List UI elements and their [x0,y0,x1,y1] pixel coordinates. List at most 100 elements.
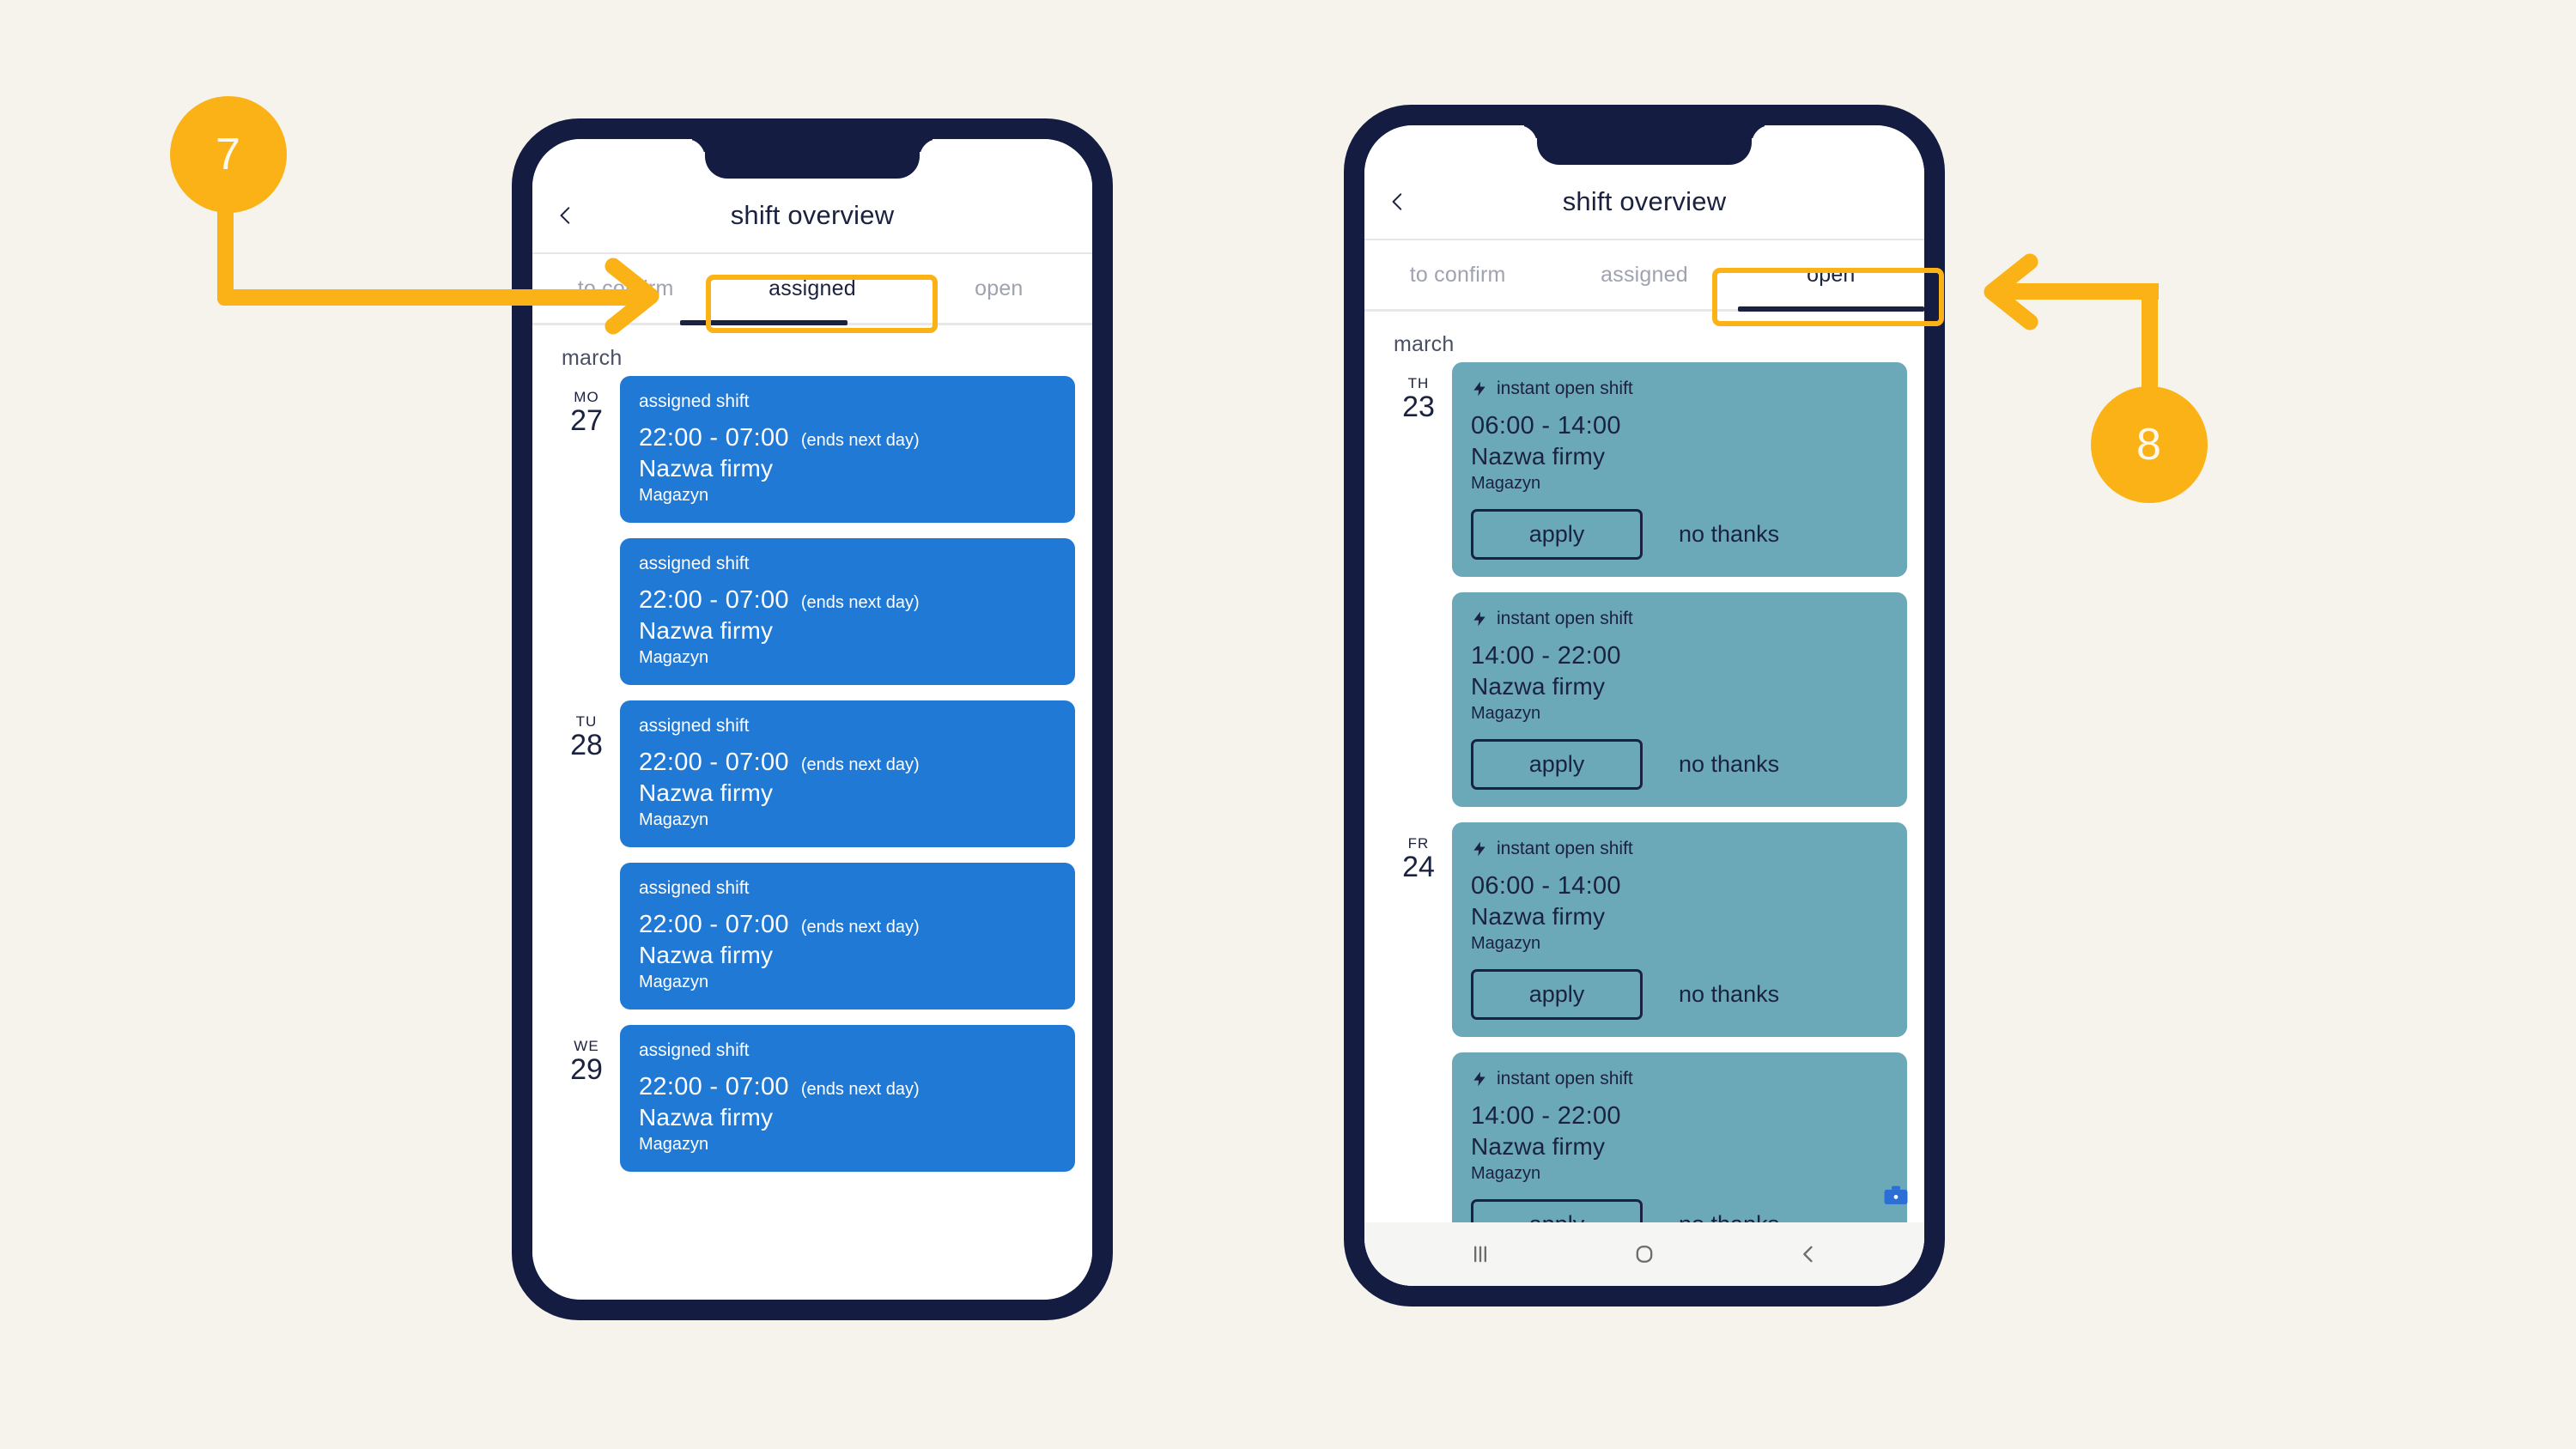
shift-card[interactable]: instant open shift 14:00 - 22:00 Nazwa f… [1452,1052,1907,1222]
card-department: Magazyn [639,810,709,829]
day-cards: assigned shift 22:00 - 07:00 (ends next … [620,376,1075,685]
card-kicker-label: instant open shift [1497,609,1633,628]
card-actions: apply no thanks [1471,969,1888,1020]
shift-card[interactable]: instant open shift 06:00 - 14:00 Nazwa f… [1452,362,1907,577]
chevron-left-icon[interactable] [555,204,577,227]
card-time-row: 22:00 - 07:00 (ends next day) [639,424,1056,452]
card-kicker-label: instant open shift [1497,839,1633,858]
tab-assigned[interactable]: assigned [719,276,905,301]
day-group: FR 24 instant open shift 06:00 - 14:00 N… [1364,822,1924,1222]
day-of-month: 29 [570,1053,603,1086]
arrow-7-head [605,258,659,335]
day-of-month: 27 [570,404,603,437]
no-thanks-button[interactable]: no thanks [1679,1211,1779,1222]
card-kicker-label: instant open shift [1497,1069,1633,1088]
tab-open[interactable]: open [1738,263,1924,288]
card-kicker: assigned shift [639,554,750,573]
day-of-month: 28 [570,729,603,761]
shift-list-right[interactable]: march TH 23 instant open shift 06:00 - 1… [1364,312,1924,1222]
card-company: Nazwa firmy [639,779,774,806]
apply-button[interactable]: apply [1471,969,1643,1020]
card-department: Magazyn [639,1135,709,1154]
day-cards: assigned shift 22:00 - 07:00 (ends next … [620,1025,1075,1172]
shift-card[interactable]: assigned shift 22:00 - 07:00 (ends next … [620,376,1075,523]
card-actions: apply no thanks [1471,1199,1888,1222]
card-department: Magazyn [1471,474,1541,493]
day-marker: TH 23 [1385,362,1452,423]
android-nav-bar [1364,1222,1924,1286]
recents-icon[interactable] [1468,1242,1492,1266]
arrow-8-head [1984,253,2038,330]
shift-card[interactable]: assigned shift 22:00 - 07:00 (ends next … [620,1025,1075,1172]
card-time: 14:00 - 22:00 [1471,1102,1621,1130]
card-kicker: assigned shift [639,878,750,898]
card-kicker-row: instant open shift [1471,838,1888,860]
shift-card[interactable]: instant open shift 06:00 - 14:00 Nazwa f… [1452,822,1907,1037]
card-time-row: 22:00 - 07:00 (ends next day) [639,586,1056,615]
month-label: march [562,346,623,370]
day-marker: FR 24 [1385,822,1452,883]
card-note: (ends next day) [800,431,920,450]
card-department: Magazyn [639,648,709,667]
no-thanks-button[interactable]: no thanks [1679,981,1779,1008]
shift-card[interactable]: assigned shift 22:00 - 07:00 (ends next … [620,700,1075,847]
day-marker: MO 27 [553,376,620,437]
shift-card[interactable]: assigned shift 22:00 - 07:00 (ends next … [620,538,1075,685]
step-badge-7-label: 7 [216,130,241,179]
shift-overview-app-right: shift overview to confirm assigned open … [1364,125,1924,1286]
card-note: (ends next day) [800,918,920,937]
briefcase-icon[interactable] [1881,1181,1911,1210]
card-company: Nazwa firmy [639,617,774,644]
no-thanks-button[interactable]: no thanks [1679,751,1779,778]
card-time: 14:00 - 22:00 [1471,642,1621,670]
card-time: 22:00 - 07:00 [639,586,789,614]
shift-list-left[interactable]: march MO 27 assigned shift 22:00 - 07:00 [532,325,1092,1300]
card-time: 22:00 - 07:00 [639,749,789,776]
card-time: 22:00 - 07:00 [639,1073,789,1100]
day-group: MO 27 assigned shift 22:00 - 07:00 (ends… [532,376,1092,685]
apply-button[interactable]: apply [1471,1199,1643,1222]
step-badge-8-label: 8 [2136,420,2162,470]
day-of-week: WE [574,1038,599,1054]
day-marker: TU 28 [553,700,620,761]
step-badge-8: 8 [2091,386,2208,503]
card-time: 06:00 - 14:00 [1471,412,1621,440]
tab-to-confirm[interactable]: to confirm [1364,263,1551,288]
card-actions: apply no thanks [1471,739,1888,790]
card-company: Nazwa firmy [1471,673,1606,700]
card-time-row: 22:00 - 07:00 (ends next day) [639,911,1056,939]
connector-7-horizontal [217,289,647,306]
app-header-left: shift overview [532,179,1092,254]
card-time: 06:00 - 14:00 [1471,872,1621,900]
card-time-row: 22:00 - 07:00 (ends next day) [639,749,1056,777]
card-department: Magazyn [1471,704,1541,723]
tab-assigned[interactable]: assigned [1551,263,1737,288]
no-thanks-button[interactable]: no thanks [1679,521,1779,548]
day-of-month: 23 [1402,391,1435,423]
apply-button[interactable]: apply [1471,509,1643,560]
apply-button[interactable]: apply [1471,739,1643,790]
card-note: (ends next day) [800,593,920,612]
card-department: Magazyn [1471,1164,1541,1183]
card-company: Nazwa firmy [639,1104,774,1131]
home-icon[interactable] [1632,1242,1656,1266]
card-department: Magazyn [639,486,709,505]
connector-8-vertical [2142,283,2158,395]
day-of-week: MO [574,389,599,405]
shift-card[interactable]: assigned shift 22:00 - 07:00 (ends next … [620,863,1075,1009]
connector-7-vertical [217,197,234,300]
back-icon[interactable] [1796,1242,1820,1266]
tab-open[interactable]: open [906,276,1092,301]
card-kicker: assigned shift [639,391,750,411]
shift-card[interactable]: instant open shift 14:00 - 22:00 Nazwa f… [1452,592,1907,807]
card-time-row: 22:00 - 07:00 (ends next day) [639,1073,1056,1101]
month-label: march [1394,332,1455,356]
card-time: 22:00 - 07:00 [639,424,789,452]
tabbar-right: to confirm assigned open [1364,240,1924,312]
card-company: Nazwa firmy [1471,443,1606,470]
chevron-left-icon[interactable] [1387,191,1409,213]
card-company: Nazwa firmy [639,455,774,482]
day-of-week: TH [1407,375,1430,391]
day-of-month: 24 [1402,851,1435,883]
page-title: shift overview [730,200,895,230]
